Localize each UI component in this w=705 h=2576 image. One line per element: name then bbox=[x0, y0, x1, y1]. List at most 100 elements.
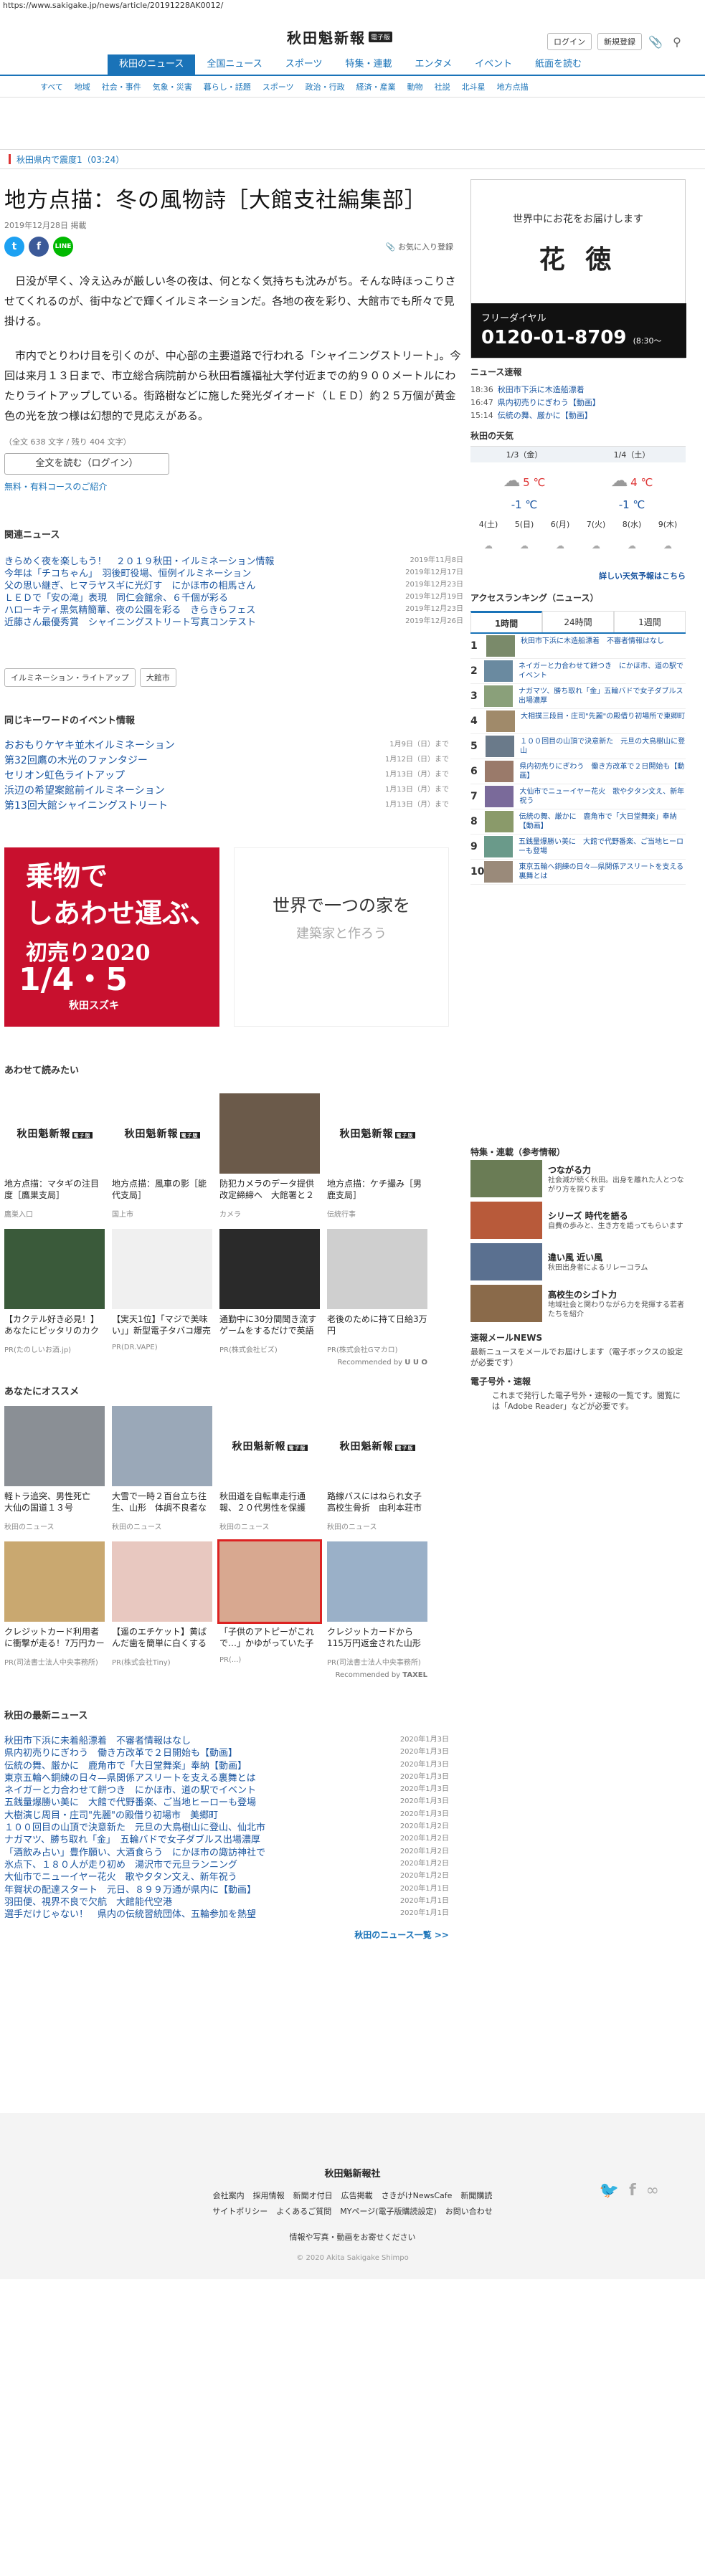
ranking-item[interactable]: 7 大仙市でニューイヤー花火 歌や夕タン文え、新年祝う bbox=[470, 784, 686, 809]
twitter-icon[interactable]: t bbox=[4, 237, 24, 257]
footer-link[interactable]: 新聞購読 bbox=[460, 2191, 492, 2200]
tab-entertainment[interactable]: エンタメ bbox=[403, 54, 463, 75]
latest-item[interactable]: 羽田便、視界不良で欠航 大館能代空港 2020年1月1日 bbox=[4, 1894, 449, 1908]
ranking-item[interactable]: 1 秋田市下浜に木造船漂着 不審者情報はなし bbox=[470, 634, 686, 659]
event-item[interactable]: セリオン虹色ライトアップ 1月13日（月）まで bbox=[4, 768, 449, 783]
sokuho-item[interactable]: 18:36 秋田市下浜に木造船漂着 bbox=[470, 384, 686, 396]
related-item[interactable]: 今年は「チコちゃん」 羽後町役場、恒例イルミネーション 2019年12月17日 bbox=[4, 566, 463, 579]
subnav-item[interactable]: 暮らし・話題 bbox=[198, 81, 257, 92]
suzuki-ad[interactable]: 乗物で しあわせ運ぶ、 初売り2020 1/4・5 秋田スズキ bbox=[4, 847, 219, 1027]
content-card[interactable]: 秋田魁新報 電子版 路線バスにはねられ女子高校生骨折 由利本荘市 秋田のニュース bbox=[327, 1406, 427, 1531]
line-icon[interactable]: LINE bbox=[53, 237, 73, 257]
latest-item[interactable]: 五銭量爆勝い美に 大館で代野番楽、ご当地ヒーローも登場 2020年1月3日 bbox=[4, 1795, 449, 1808]
paperclip-icon[interactable]: 📎 bbox=[648, 34, 663, 49]
subnav-item[interactable]: 気象・災害 bbox=[147, 81, 198, 92]
related-item[interactable]: 近藤さん最優秀賞 シャイニングストリート写真コンテスト 2019年12月26日 bbox=[4, 614, 463, 628]
rank-tab-1w[interactable]: 1週間 bbox=[614, 611, 686, 632]
weather-detail-link[interactable]: 詳しい天気予報はこちら bbox=[470, 570, 686, 581]
footer-link[interactable]: さきがけNewsCafe bbox=[382, 2191, 453, 2200]
course-link[interactable]: 無料・有料コースのご紹介 bbox=[4, 480, 463, 493]
footer-link[interactable]: MYページ(電子版購読設定) bbox=[340, 2207, 437, 2216]
site-logo[interactable]: 秋田魁新報 電子版 bbox=[287, 27, 393, 47]
rank-tab-1h[interactable]: 1時間 bbox=[470, 611, 542, 632]
earthquake-alert[interactable]: 秋田県内で震度1（03:24） bbox=[0, 149, 705, 169]
subnav-item[interactable]: 社説 bbox=[429, 81, 456, 92]
facebook-icon[interactable]: f bbox=[29, 237, 49, 257]
content-card[interactable]: 秋田魁新報 電子版 地方点描：風車の影［能代支局］ 国上市 bbox=[112, 1093, 212, 1219]
content-card[interactable]: 秋田魁新報 電子版 地方点描：マタギの注目度［鷹巣支局］ 鷹巣入口 bbox=[4, 1093, 105, 1219]
emag-heading[interactable]: 電子号外・速報 bbox=[470, 1375, 686, 1387]
content-card[interactable]: クレジットカード利用者に衝撃が走る！7万円カード別の平均返金額… PR(司法書士法… bbox=[4, 1541, 105, 1667]
special-item[interactable]: シリーズ 時代を語る 自費の歩みと、生き方を語ってもらいます bbox=[470, 1199, 686, 1241]
tab-features[interactable]: 特集・連載 bbox=[333, 54, 403, 75]
facebook-icon[interactable]: f bbox=[629, 2182, 636, 2200]
content-card[interactable]: 【実天1位】「マジで美味い」」新型電子タバコ爆売れの秘密とは PR(DR.VAPE… bbox=[112, 1229, 212, 1354]
latest-item[interactable]: ネイガーと力合わせて餅つき にかほ市、道の駅でイベント 2020年1月3日 bbox=[4, 1782, 449, 1796]
content-card[interactable]: 「子供のアトピーがこれで…」かゆがっていた子供の石鹸… PR(...) bbox=[217, 1539, 322, 1667]
flower-ad[interactable]: 世界中にお花をお届けします 花 徳 フリーダイヤル 0120-01-8709 (… bbox=[470, 179, 686, 367]
footer-link[interactable]: お問い合わせ bbox=[445, 2207, 493, 2216]
latest-item[interactable]: 東京五輪へ銅練の日々—県関係アスリートを支える裏舞とは 2020年1月3日 bbox=[4, 1770, 449, 1784]
read-full-login-button[interactable]: 全文を読む（ログイン） bbox=[4, 453, 169, 475]
subnav-item[interactable]: 地域 bbox=[69, 81, 96, 92]
rank-tab-24h[interactable]: 24時間 bbox=[542, 611, 614, 632]
latest-item[interactable]: 年賀状の配達スタート 元日、８９９万通が県内に【動画】 2020年1月1日 bbox=[4, 1882, 449, 1896]
latest-item[interactable]: １００回目の山頂で決意新た 元旦の大鳥樹山に登山、仙北市 2020年1月2日 bbox=[4, 1820, 449, 1833]
subnav-item[interactable]: 社会・事件 bbox=[96, 81, 147, 92]
twitter-icon[interactable]: 🐦 bbox=[600, 2182, 619, 2200]
event-item[interactable]: 第32回鷹の木光のファンタジー 1月12日（日）まで bbox=[4, 753, 449, 768]
latest-item[interactable]: 大仙市でニューイヤー花火 歌や夕タン文え、新年祝う 2020年1月2日 bbox=[4, 1869, 449, 1883]
tab-akita-news[interactable]: 秋田のニュース bbox=[108, 54, 196, 75]
footer-link[interactable]: 会社案内 bbox=[213, 2191, 245, 2200]
footer-link[interactable]: よくあるご質問 bbox=[276, 2207, 331, 2216]
footer-link[interactable]: サイトポリシー bbox=[212, 2207, 268, 2216]
event-item[interactable]: おおもりケヤキ並木イルミネーション 1月9日（日）まで bbox=[4, 738, 449, 753]
latest-item[interactable]: 氷点下、１８０人が走り初め 湯沢市で元旦ランニング 2020年1月2日 bbox=[4, 1857, 449, 1871]
search-icon[interactable]: ⚲ bbox=[669, 34, 685, 49]
event-item[interactable]: 浜辺の希望案館前イルミネーション 1月13日（月）まで bbox=[4, 783, 449, 798]
ranking-item[interactable]: 9 五銭量爆勝い美に 大館で代野番楽、ご当地ヒーローも登場 bbox=[470, 835, 686, 860]
tab-paper[interactable]: 紙面を読む bbox=[524, 54, 593, 75]
subnav-item[interactable]: 地方点描 bbox=[491, 81, 534, 92]
content-card[interactable]: 秋田魁新報 電子版 地方点描：ケチ撮み［男鹿支局］ 伝統行事 bbox=[327, 1093, 427, 1219]
footer-info-link[interactable]: 情報や写真・動画をお寄せください bbox=[0, 2231, 705, 2243]
related-item[interactable]: 父の思い継ぎ、ヒマラヤスギに光灯す にかほ市の相馬さん 2019年12月23日 bbox=[4, 578, 463, 591]
content-card[interactable]: 【カクテル好き必見！】あなたにピッタリのカクテルはどれ!? PR(たのしいお酒.j… bbox=[4, 1229, 105, 1354]
more-link[interactable]: 秋田のニュース一覧 >> bbox=[4, 1929, 449, 1941]
favorite-button[interactable]: 📎 お気に入り登録 bbox=[386, 241, 453, 252]
content-card[interactable]: 大雪で一時２百台立ち往生、山形 体調不良者なし秋田のニュース bbox=[112, 1406, 212, 1531]
tag-odate[interactable]: 大館市 bbox=[139, 668, 176, 687]
content-card[interactable]: 防犯カメラのデータ提供改定締締へ 大館署と２業工団体カメラ bbox=[219, 1093, 320, 1219]
architect-ad[interactable]: 世界で一つの家を 建築家と作ろう bbox=[234, 847, 449, 1027]
subnav-item[interactable]: スポーツ bbox=[257, 81, 300, 92]
related-item[interactable]: ＬＥＤで「安の滝」表現 同仁会館余、６千個が彩る 2019年12月19日 bbox=[4, 590, 463, 604]
tab-events[interactable]: イベント bbox=[463, 54, 524, 75]
ranking-item[interactable]: 8 伝統の舞、厳かに 鹿角市で「大日堂舞楽」奉納【動画】 bbox=[470, 809, 686, 835]
content-card[interactable]: クレジットカードから115万円返金された山形県（68）男性 PR(司法書士法人中央… bbox=[327, 1541, 427, 1667]
content-card[interactable]: 軽トラ追突、男性死亡 大仙の国道１３号 秋田のニュース bbox=[4, 1406, 105, 1531]
register-button[interactable]: 新規登録 bbox=[597, 33, 642, 50]
subnav-item[interactable]: すべて bbox=[34, 81, 69, 92]
content-card[interactable]: 【遥のエチケット】黄ばんだ歯を簡単に白くする方法がスゴイ！ PR(株式会社Tiny… bbox=[112, 1541, 212, 1667]
subnav-item[interactable]: 政治・行政 bbox=[300, 81, 351, 92]
content-card[interactable]: 通勤中に30分間聞き流すゲームをするだけで英語がネイティブ並み… PR(株式会社ビ… bbox=[219, 1229, 320, 1354]
latest-item[interactable]: 選手だけじゃない！ 県内の伝統習統団体、五輪参加を熱望 2020年1月1日 bbox=[4, 1906, 449, 1920]
mail-heading[interactable]: 速報メールNEWS bbox=[470, 1331, 686, 1344]
content-card[interactable]: 老後のために持て日給3万円 PR(株式会社Gマカロ) bbox=[327, 1229, 427, 1354]
footer-link[interactable]: 新聞オ付日 bbox=[293, 2191, 333, 2200]
tag-illumination[interactable]: イルミネーション・ライトアップ bbox=[4, 668, 136, 687]
sokuho-item[interactable]: 15:14 伝統の舞、厳かに【動画】 bbox=[470, 409, 686, 422]
tab-sports[interactable]: スポーツ bbox=[274, 54, 334, 75]
sokuho-item[interactable]: 16:47 県内初売りにぎわう【動画】 bbox=[470, 396, 686, 409]
tab-national-news[interactable]: 全国ニュース bbox=[195, 54, 273, 75]
rss-icon[interactable]: ∞ bbox=[646, 2182, 659, 2200]
special-item[interactable]: 高校生のシゴト力 地域社会と関わりながら力を発揮する若者たちを紹介 bbox=[470, 1283, 686, 1324]
subnav-item[interactable]: 動物 bbox=[402, 81, 429, 92]
subnav-item[interactable]: 北斗星 bbox=[456, 81, 491, 92]
ranking-item[interactable]: 4 大相撲三段目・庄司"先麗"の殿借り初場所で東卿町 bbox=[470, 709, 686, 734]
ranking-item[interactable]: 6 県内初売りにぎわう 働き方改革で２日開始も【動画】 bbox=[470, 759, 686, 784]
event-item[interactable]: 第13回大館シャイニングストリート 1月13日（月）まで bbox=[4, 798, 449, 813]
latest-item[interactable]: 「酒飲み占い」豊作願い、大酒食らう にかほ市の諏訪神社で 2020年1月2日 bbox=[4, 1845, 449, 1858]
ranking-item[interactable]: 10 東京五輪へ銅練の日々―県関係アスリートを支える裏舞とは bbox=[470, 860, 686, 885]
content-card[interactable]: 秋田魁新報 電子版 秋田道を自転車走行通報、２０代男性を保護 秋田のニュース bbox=[219, 1406, 320, 1531]
